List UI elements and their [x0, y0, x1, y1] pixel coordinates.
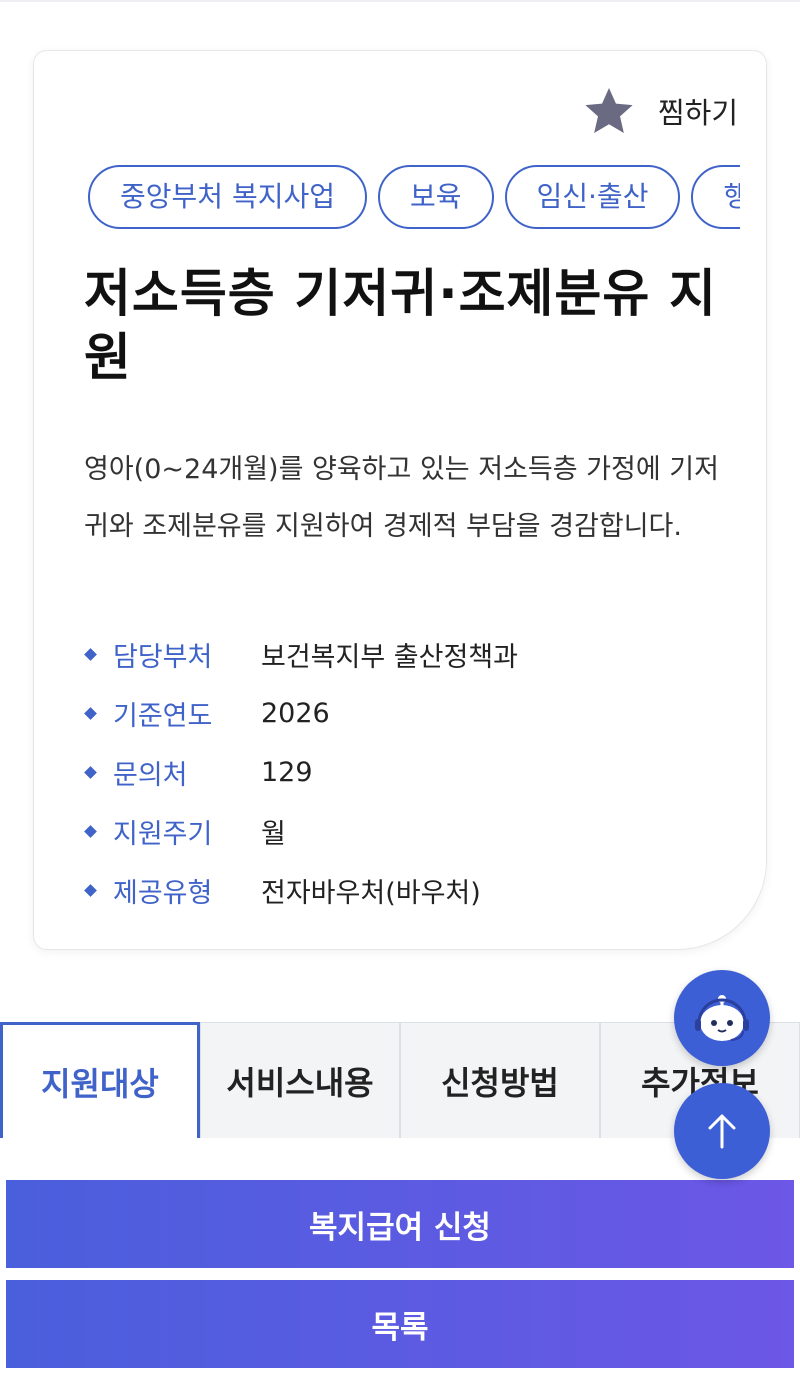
info-row-contact: 문의처 129 — [84, 743, 734, 802]
service-card: 찜하기 중앙부처 복지사업 보육 임신·출산 행정 저소득층 기저귀·조제분유 … — [33, 50, 767, 950]
favorite-label: 찜하기 — [657, 96, 738, 130]
arrow-up-icon — [708, 1114, 736, 1149]
bullet-icon — [84, 766, 97, 779]
info-key: 제공유형 — [113, 878, 213, 909]
tag-central-welfare[interactable]: 중앙부처 복지사업 — [88, 165, 367, 229]
top-divider — [0, 0, 800, 2]
info-row-type: 제공유형 전자바우처(바우처) — [84, 861, 734, 920]
tag-pregnancy-birth[interactable]: 임신·출산 — [504, 165, 681, 229]
bullet-icon — [84, 707, 97, 720]
service-info-list: 담당부처 보건복지부 출산정책과 기준연도 2026 문의처 129 지원주기 … — [84, 625, 734, 920]
star-icon — [585, 88, 633, 134]
tab-eligibility[interactable]: 지원대상 — [0, 1022, 200, 1138]
info-key: 지원주기 — [113, 819, 213, 850]
info-value: 전자바우처(바우처) — [261, 878, 481, 909]
scroll-top-button[interactable] — [674, 1083, 770, 1179]
service-description: 영아(0~24개월)를 양육하고 있는 저소득층 가정에 기저귀와 조제분유를 … — [84, 454, 719, 542]
favorite-button[interactable]: 찜하기 — [582, 81, 738, 141]
info-value: 월 — [261, 819, 286, 850]
tab-how-to-apply[interactable]: 신청방법 — [400, 1022, 600, 1138]
info-row-cycle: 지원주기 월 — [84, 802, 734, 861]
info-row-year: 기준연도 2026 — [84, 684, 734, 743]
info-key: 담당부처 — [113, 642, 213, 673]
tab-service-content[interactable]: 서비스내용 — [200, 1022, 400, 1138]
list-button[interactable]: 목록 — [6, 1280, 794, 1368]
info-value: 보건복지부 출산정책과 — [261, 642, 518, 673]
chatbot-button[interactable] — [674, 970, 770, 1066]
info-key: 기준연도 — [113, 701, 213, 732]
info-value: 129 — [261, 757, 313, 788]
tag-more[interactable]: 행정 — [691, 165, 740, 229]
chatbot-icon — [695, 995, 749, 1041]
bullet-icon — [84, 648, 97, 661]
info-key: 문의처 — [113, 760, 188, 791]
bullet-icon — [84, 884, 97, 897]
info-row-department: 담당부처 보건복지부 출산정책과 — [84, 625, 734, 684]
bullet-icon — [84, 825, 97, 838]
tag-childcare[interactable]: 보육 — [377, 165, 494, 229]
apply-welfare-button[interactable]: 복지급여 신청 — [6, 1180, 794, 1268]
info-value: 2026 — [261, 698, 330, 729]
service-title: 저소득층 기저귀·조제분유 지원 — [84, 265, 717, 388]
category-tags[interactable]: 중앙부처 복지사업 보육 임신·출산 행정 — [88, 165, 740, 231]
